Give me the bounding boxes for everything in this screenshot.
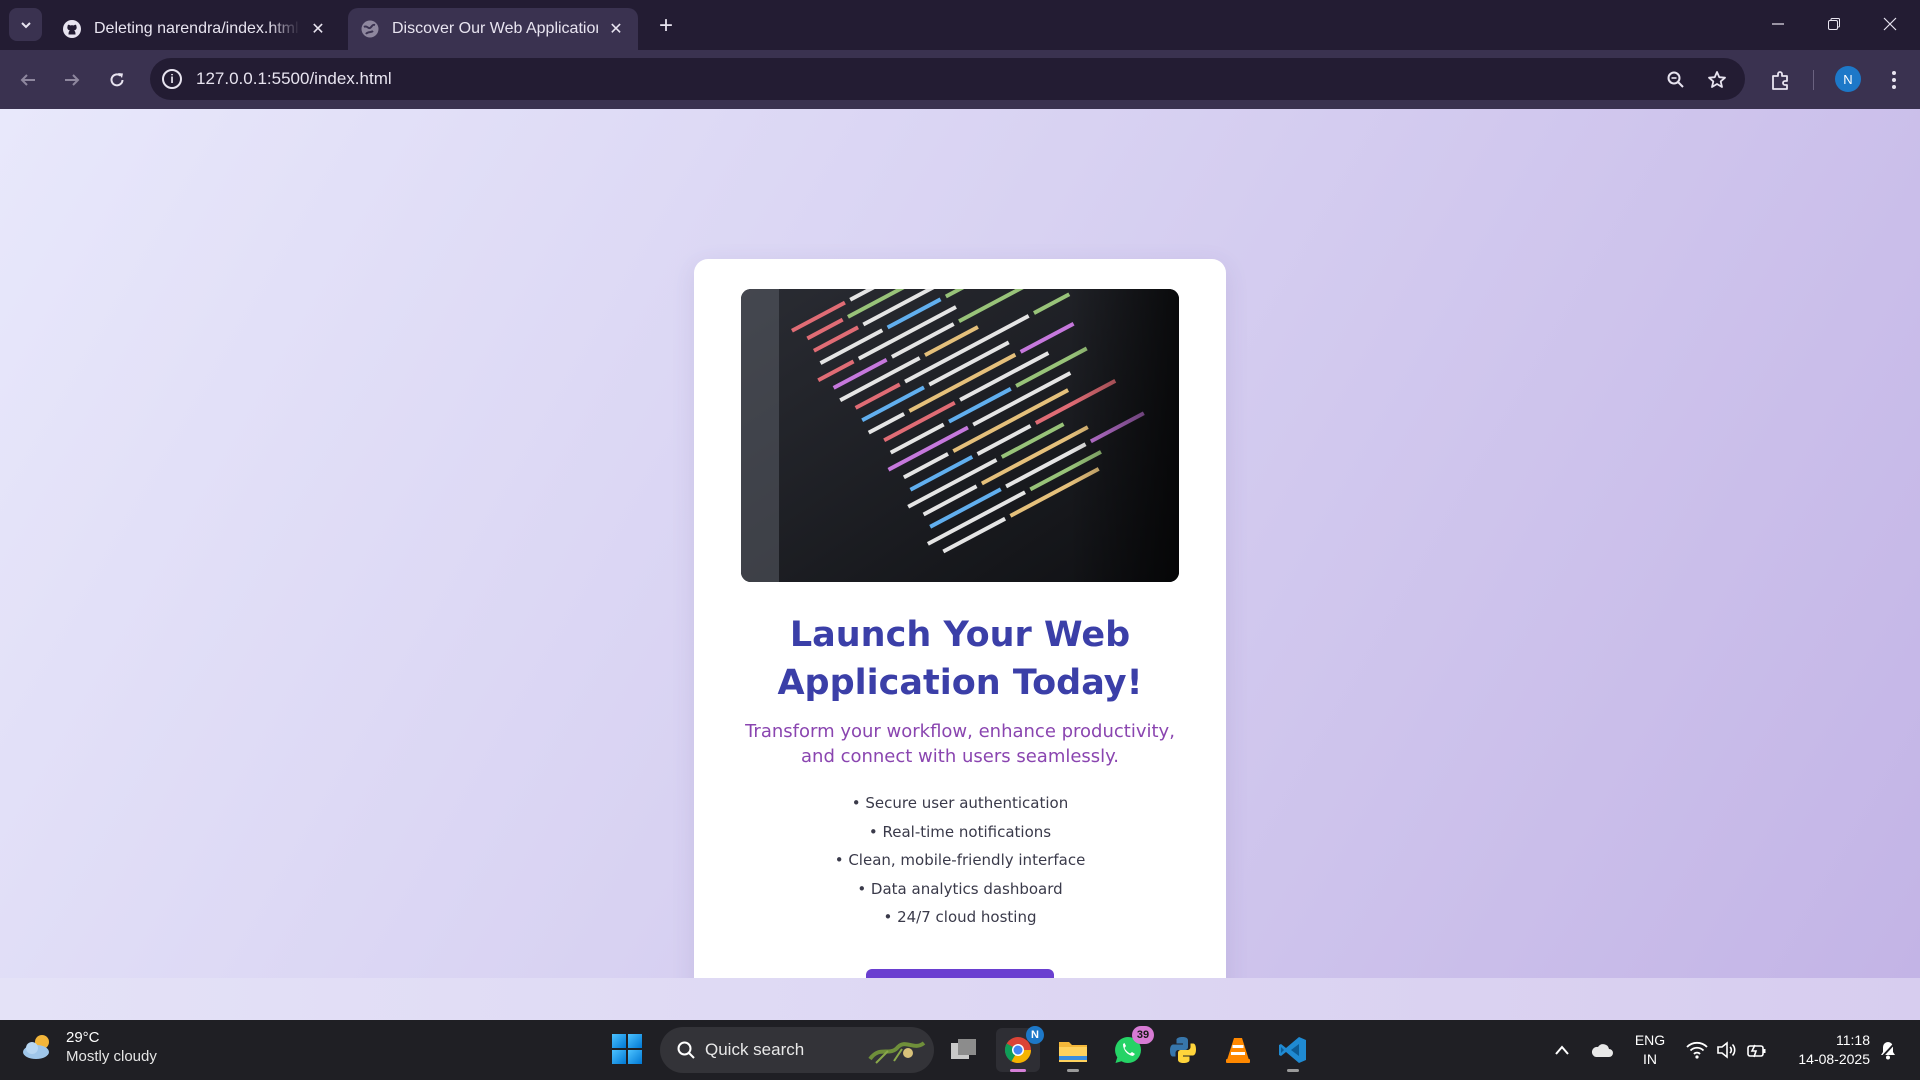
card-title: Launch Your Web Application Today! <box>777 615 1143 703</box>
minimize-icon <box>1772 23 1784 25</box>
page-footer-strip <box>0 978 1920 1020</box>
tab-title: Deleting narendra/index.html at main <box>94 20 300 37</box>
taskbar-app-vscode[interactable] <box>1271 1028 1315 1072</box>
feature-list: • Secure user authentication • Real-time… <box>734 789 1186 932</box>
close-window-button[interactable] <box>1862 0 1918 48</box>
restore-button[interactable] <box>1806 0 1862 48</box>
start-button[interactable] <box>612 1034 642 1064</box>
weather-temperature: 29°C <box>66 1029 100 1046</box>
arrow-left-icon <box>20 74 35 86</box>
weather-widget[interactable]: 29°C Mostly cloudy <box>20 1028 157 1066</box>
profile-avatar[interactable]: N <box>1835 66 1861 92</box>
list-item: • Data analytics dashboard <box>857 879 1063 898</box>
site-info-icon[interactable]: i <box>162 69 182 89</box>
promo-card: Launch Your Web Application Today! Trans… <box>694 259 1226 1046</box>
system-clock[interactable]: 11:18 14-08-2025 <box>1780 1031 1870 1069</box>
bookmark-star-icon[interactable] <box>1705 68 1729 92</box>
tab-discover[interactable]: Discover Our Web Application ✕ <box>348 8 638 50</box>
globe-icon <box>360 19 380 39</box>
battery-charging-icon <box>1747 1044 1766 1058</box>
address-bar[interactable]: i 127.0.0.1:5500/index.html <box>150 58 1745 100</box>
search-label: Quick search <box>705 1040 805 1059</box>
chevron-down-icon <box>20 21 31 28</box>
reload-button[interactable] <box>101 64 133 96</box>
search-highlight-icon <box>868 1041 926 1064</box>
notification-badge: 39 <box>1132 1026 1154 1044</box>
restore-icon <box>1828 18 1840 30</box>
cloud-icon <box>1591 1044 1613 1057</box>
onedrive-button[interactable] <box>1580 1028 1624 1072</box>
vscode-icon <box>1279 1037 1306 1063</box>
taskbar-app-whatsapp[interactable]: 39 <box>1106 1026 1154 1072</box>
task-view-icon <box>951 1039 976 1059</box>
tab-title: Discover Our Web Application <box>392 20 598 37</box>
reload-icon <box>110 73 124 87</box>
list-item: • 24/7 cloud hosting <box>883 908 1037 926</box>
card-subtitle: Transform your workflow, enhance product… <box>745 721 1175 767</box>
running-indicator <box>1287 1069 1299 1072</box>
weather-condition: Mostly cloudy <box>66 1048 157 1065</box>
running-indicator <box>1067 1069 1079 1072</box>
taskbar-app-chrome[interactable]: N <box>996 1026 1044 1072</box>
search-icon <box>677 1041 695 1059</box>
taskbar-search[interactable]: Quick search <box>660 1027 934 1073</box>
github-icon <box>62 19 82 39</box>
arrow-right-icon <box>65 74 80 86</box>
toolbar-divider <box>1813 70 1814 90</box>
list-item: • Clean, mobile-friendly interface <box>834 851 1086 869</box>
language-code: ENG <box>1634 1032 1666 1048</box>
extensions-icon[interactable] <box>1765 64 1797 96</box>
tab-search-button[interactable] <box>9 8 42 41</box>
back-button[interactable] <box>12 64 44 96</box>
taskbar-app-file-explorer[interactable] <box>1051 1028 1095 1072</box>
chrome-profile-badge: N <box>1026 1026 1044 1044</box>
taskbar-app-vlc[interactable] <box>1216 1028 1260 1072</box>
browser-toolbar: i 127.0.0.1:5500/index.html <box>0 50 1920 109</box>
cloudy-weather-icon <box>20 1032 56 1062</box>
minimize-button[interactable] <box>1750 0 1806 48</box>
windows-logo-icon <box>612 1034 626 1048</box>
notification-bell-icon <box>1880 1042 1896 1060</box>
list-item: • Secure user authentication <box>851 794 1069 812</box>
running-indicator <box>1010 1069 1026 1072</box>
close-icon[interactable]: ✕ <box>308 19 328 39</box>
list-item: • Real-time notifications <box>868 822 1052 841</box>
hero-image <box>741 289 1179 582</box>
zoom-icon[interactable] <box>1664 68 1688 92</box>
close-icon <box>1883 17 1897 31</box>
show-hidden-icons-button[interactable] <box>1540 1028 1584 1072</box>
clock-date: 14-08-2025 <box>1798 1051 1870 1067</box>
more-menu-icon[interactable] <box>1878 64 1910 96</box>
language-region: IN <box>1643 1051 1657 1067</box>
python-icon <box>1170 1037 1196 1063</box>
new-tab-button[interactable]: + <box>652 12 680 40</box>
file-explorer-icon <box>1059 1042 1087 1062</box>
page-viewport: Launch Your Web Application Today! Trans… <box>0 109 1920 1046</box>
close-icon[interactable]: ✕ <box>606 19 626 39</box>
url-text[interactable]: 127.0.0.1:5500/index.html <box>196 69 392 89</box>
forward-button[interactable] <box>56 64 88 96</box>
language-indicator[interactable]: ENG IN <box>1630 1031 1670 1069</box>
battery-button[interactable] <box>1735 1028 1779 1072</box>
notifications-button[interactable] <box>1873 1028 1903 1072</box>
chevron-up-icon <box>1555 1045 1569 1055</box>
vlc-icon <box>1226 1038 1250 1063</box>
task-view-button[interactable] <box>942 1028 986 1072</box>
browser-titlebar: Deleting narendra/index.html at main ✕ D… <box>0 0 1920 50</box>
taskbar-app-python[interactable] <box>1161 1028 1205 1072</box>
tab-github[interactable]: Deleting narendra/index.html at main ✕ <box>50 8 340 50</box>
clock-time: 11:18 <box>1836 1032 1870 1048</box>
taskbar: 29°C Mostly cloudy Quick search N 39 ENG… <box>0 1020 1920 1080</box>
